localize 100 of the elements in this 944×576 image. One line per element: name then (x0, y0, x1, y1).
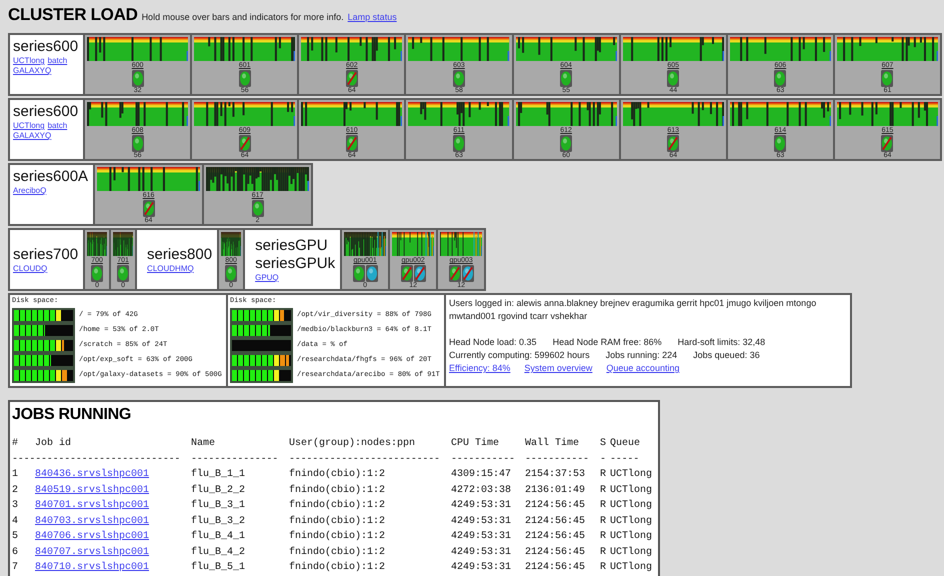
table-cell-text: UCTlong (610, 546, 654, 558)
queue-link[interactable]: AreciboQ (13, 186, 46, 196)
status-lamp-icon[interactable] (881, 70, 894, 87)
table-cell-text: 2124:56:45 (525, 546, 586, 558)
status-lamp-icon[interactable] (225, 265, 238, 282)
info-link[interactable]: Efficiency: 84% (449, 362, 510, 375)
status-lamp-icon[interactable] (91, 265, 104, 282)
queue-link[interactable]: CLOUDQ (13, 264, 48, 274)
status-lamp-icon[interactable] (117, 265, 130, 282)
table-cell-text: R (600, 562, 608, 574)
status-lamp-icon[interactable] (774, 70, 786, 87)
table-cell-text: 7 (12, 562, 20, 574)
status-lamp-icon[interactable] (366, 265, 378, 282)
table-cell-text: UCTlong (610, 516, 654, 527)
hint-text: Hold mouse over bars and indicators for more info. (142, 12, 344, 22)
table-cell-text: UCTlong (610, 531, 654, 542)
series-name: seriesGPUk (255, 255, 336, 272)
table-cell-text: 2 (12, 484, 20, 496)
job-id-link[interactable]: 840436.srvslshpc001 (35, 469, 150, 480)
lamp-status-link[interactable]: Lamp status (348, 12, 397, 22)
status-lamp-icon[interactable] (452, 70, 465, 87)
separator-dashes: --------------- (191, 454, 280, 465)
queue-link[interactable]: UCTlong (13, 121, 45, 131)
table-cell-text: fnindo(cbio):1:2 (289, 469, 386, 480)
status-lamp-icon[interactable] (774, 135, 786, 152)
queue-link[interactable]: GALAXYQ (13, 66, 52, 76)
series-name: series700 (13, 246, 78, 263)
status-lamp-icon[interactable] (132, 70, 144, 87)
table-cell-text: R (600, 516, 608, 527)
column-header: Queue (610, 438, 642, 450)
job-id-link[interactable]: 840710.srvslshpc001 (35, 562, 150, 574)
column-header: Job id (35, 438, 72, 450)
column-header: # (12, 438, 20, 450)
status-lamp-icon[interactable] (346, 135, 358, 152)
series-name: series600 (13, 103, 78, 120)
status-lamp-icon[interactable] (667, 135, 680, 152)
table-cell-text: fnindo(cbio):1:2 (289, 484, 386, 496)
table-cell-text: 6 (12, 546, 20, 558)
table-cell-text: UCTlong (610, 500, 654, 512)
info-link[interactable]: Queue accounting (606, 362, 680, 375)
table-cell-text: R (600, 469, 608, 480)
series-name: series600A (13, 168, 88, 185)
separator-dashes: - (600, 454, 607, 465)
table-cell-text: 2124:56:45 (525, 516, 586, 527)
table-cell-text: flu_B_3_2 (191, 516, 246, 527)
queue-link[interactable]: UCTlong (13, 56, 45, 66)
table-cell-text: 2154:37:53 (525, 469, 586, 480)
status-lamp-icon[interactable] (462, 265, 474, 282)
separator-dashes: ----------- (451, 454, 516, 465)
status-lamp-icon[interactable] (252, 200, 264, 217)
table-cell-text: fnindo(cbio):1:2 (289, 531, 386, 542)
column-header: Name (191, 438, 216, 450)
queue-link[interactable]: CLOUDHMQ (147, 264, 194, 274)
status-lamp-icon[interactable] (560, 70, 572, 87)
table-cell-text: 2124:56:45 (525, 531, 586, 542)
table-cell-text: flu_B_4_1 (191, 531, 246, 542)
job-id-link[interactable]: 840701.srvslshpc001 (35, 500, 150, 512)
status-lamp-icon[interactable] (560, 135, 572, 152)
table-cell-text: fnindo(cbio):1:2 (289, 562, 386, 574)
status-lamp-icon[interactable] (352, 265, 365, 282)
status-lamp-icon[interactable] (881, 135, 894, 152)
status-lamp-icon[interactable] (142, 200, 155, 217)
table-cell-text: flu_B_3_1 (191, 500, 246, 512)
job-id-link[interactable]: 840706.srvslshpc001 (35, 531, 150, 542)
job-id-link[interactable]: 840703.srvslshpc001 (35, 516, 150, 527)
table-cell-text: fnindo(cbio):1:2 (289, 500, 386, 512)
table-cell-text: 2124:56:45 (525, 562, 586, 574)
job-id-link[interactable]: 840707.srvslshpc001 (35, 546, 150, 558)
queue-link[interactable]: GALAXYQ (13, 131, 52, 141)
series-name: series600 (13, 38, 78, 55)
cluster-stat: Hard-soft limits: 32,48 (678, 336, 766, 349)
queue-link[interactable]: GPUQ (255, 273, 279, 283)
table-cell-text: fnindo(cbio):1:2 (289, 546, 386, 558)
table-cell-text: 4249:53:31 (451, 500, 512, 512)
table-cell-text: R (600, 546, 608, 558)
column-header: S (600, 438, 608, 450)
status-lamp-icon[interactable] (448, 265, 461, 282)
status-lamp-icon[interactable] (400, 265, 413, 282)
status-lamp-icon[interactable] (414, 265, 426, 282)
queue-link[interactable]: batch (48, 56, 68, 66)
queue-link[interactable]: batch (48, 121, 68, 131)
users-logged-in-text: Users logged in: alewis anna.blakney brejnev eragumika gerrit hpc01 jmugo kviljoen mtongo mwtand001 rgovind tcarr vshekhar (449, 297, 818, 323)
status-lamp-icon[interactable] (238, 135, 251, 152)
cluster-stat: Head Node RAM free: 86% (552, 336, 662, 349)
info-link[interactable]: System overview (524, 362, 592, 375)
table-cell-text: R (600, 484, 608, 496)
table-cell-text: 4309:15:47 (451, 469, 512, 480)
separator-dashes: ----------------------------- (12, 454, 182, 465)
job-id-link[interactable]: 840519.srvslshpc001 (35, 484, 150, 496)
separator-dashes: -------------------------- (289, 454, 441, 465)
status-lamp-icon[interactable] (238, 70, 251, 87)
status-lamp-icon[interactable] (667, 70, 680, 87)
series-name: series800 (147, 246, 212, 263)
table-cell-text: 2136:01:49 (525, 484, 586, 496)
status-lamp-icon[interactable] (452, 135, 465, 152)
table-cell-text: fnindo(cbio):1:2 (289, 516, 386, 527)
table-cell-text: 3 (12, 500, 20, 512)
status-lamp-icon[interactable] (132, 135, 144, 152)
cluster-stat: Currently computing: 599602 hours (449, 349, 590, 362)
status-lamp-icon[interactable] (346, 70, 358, 87)
